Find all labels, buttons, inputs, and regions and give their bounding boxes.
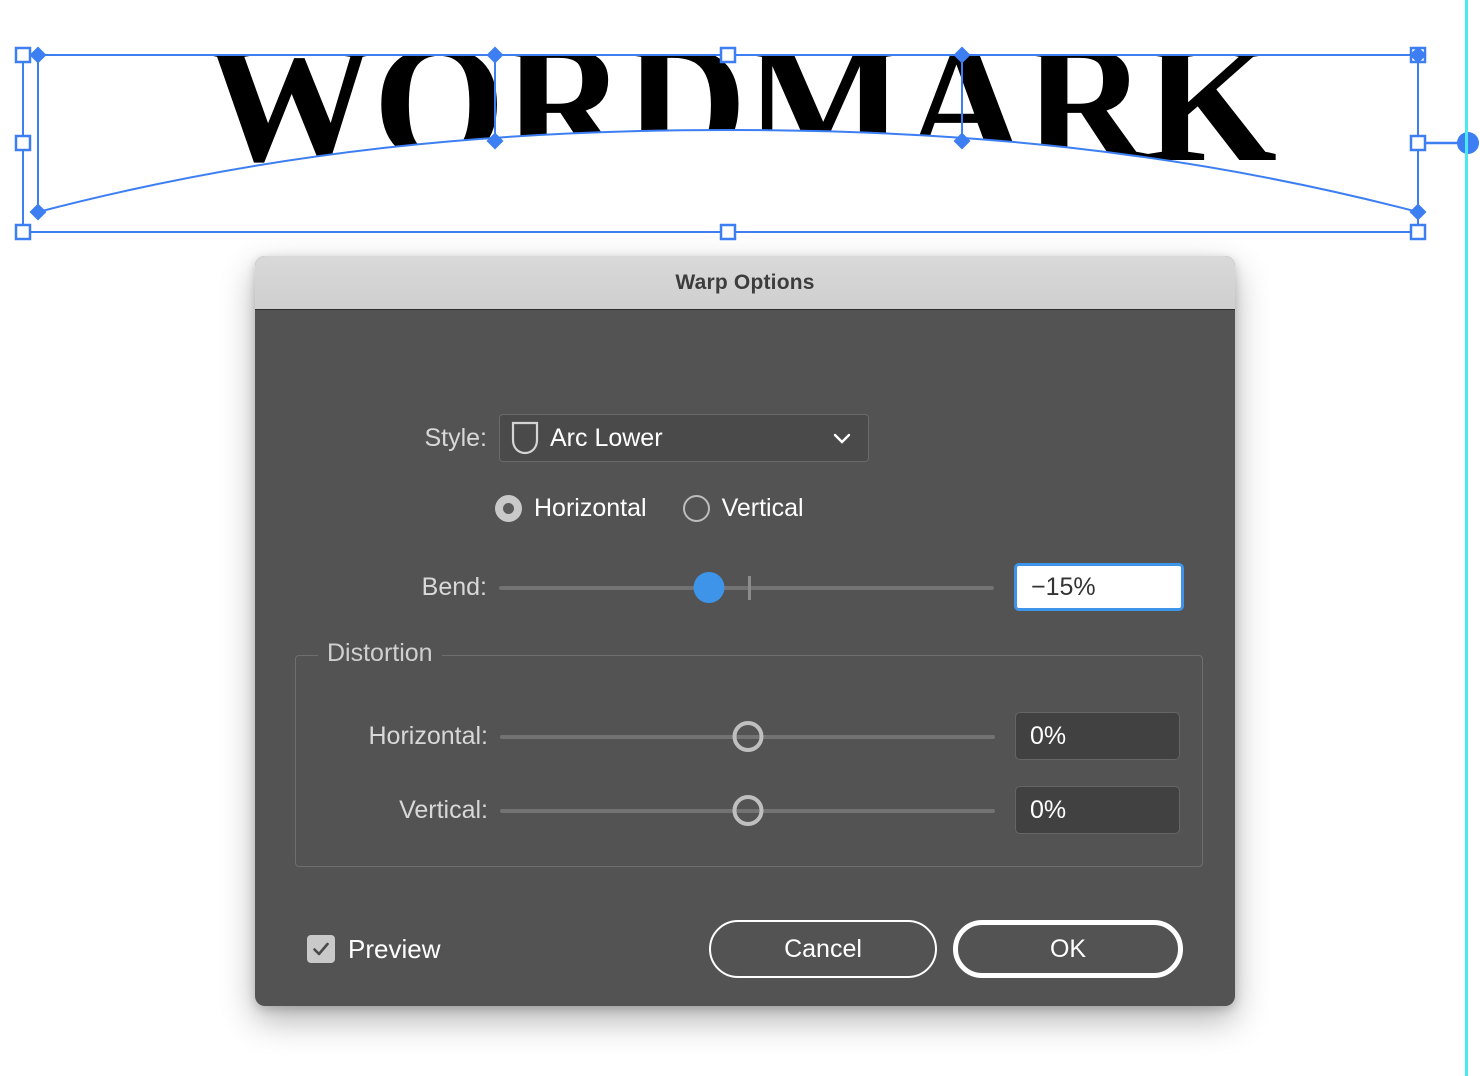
distortion-vertical-knob[interactable] (732, 795, 763, 826)
distortion-vertical-value-field[interactable]: 0% (1015, 786, 1180, 834)
bend-value-field[interactable]: −15% (1014, 563, 1184, 611)
wordmark-glyphs: WORDMARK (205, 9, 1276, 197)
bend-slider[interactable] (499, 567, 994, 607)
radio-horizontal-label: Horizontal (534, 494, 647, 522)
dialog-title: Warp Options (675, 270, 815, 294)
radio-vertical-label: Vertical (721, 494, 804, 522)
ok-button[interactable]: OK (953, 920, 1183, 978)
distortion-group: Distortion Horizontal: 0% Vertical: 0% (295, 639, 1203, 867)
distortion-horizontal-value-field[interactable]: 0% (1015, 712, 1180, 760)
bend-row: Bend: −15% (255, 563, 1235, 611)
arc-lower-shield-icon (511, 421, 539, 455)
distortion-vertical-label: Vertical: (399, 795, 488, 824)
orientation-row: Horizontal Vertical (255, 494, 1235, 523)
warped-wordmark-artwork[interactable]: WORDMARK (0, 0, 1480, 260)
distortion-horizontal-slider[interactable] (500, 716, 995, 756)
warp-options-dialog: Warp Options Style: Arc Lower Horizontal… (255, 256, 1235, 1006)
distortion-vertical-slider[interactable] (500, 790, 995, 830)
width-handle[interactable] (1425, 132, 1479, 154)
bend-slider-center-tick (748, 576, 751, 600)
dialog-titlebar[interactable]: Warp Options (255, 256, 1235, 310)
distortion-horizontal-row: Horizontal: 0% (256, 712, 1235, 760)
radio-horizontal-mark[interactable] (495, 495, 522, 522)
dialog-footer: Preview Cancel OK (255, 920, 1235, 978)
radio-horizontal[interactable]: Horizontal (495, 494, 647, 523)
radio-vertical-mark[interactable] (682, 495, 710, 522)
style-select[interactable]: Arc Lower (499, 414, 869, 462)
distortion-horizontal-label: Horizontal: (368, 721, 489, 750)
distortion-vertical-row: Vertical: 0% (256, 786, 1235, 834)
preview-checkbox[interactable] (307, 935, 335, 963)
radio-vertical[interactable]: Vertical (682, 494, 804, 523)
bend-slider-track[interactable] (499, 586, 994, 590)
style-row: Style: Arc Lower (255, 414, 1235, 462)
style-value: Arc Lower (550, 423, 663, 452)
illustrator-canvas-screen: WORDMARK Warp Options Style: Arc Lower H… (0, 0, 1480, 1076)
distortion-horizontal-knob[interactable] (732, 721, 763, 752)
artboard-edge-guide (1465, 0, 1468, 1076)
cancel-button[interactable]: Cancel (709, 920, 937, 978)
preview-label: Preview (348, 933, 441, 964)
dialog-body: Style: Arc Lower Horizontal Vertical Ben… (255, 310, 1235, 1006)
style-label: Style: (424, 423, 487, 452)
bend-slider-knob[interactable] (693, 572, 725, 603)
checkmark-icon (313, 942, 329, 956)
preview-toggle[interactable]: Preview (307, 934, 440, 965)
chevron-down-icon[interactable] (830, 426, 854, 450)
bend-label: Bend: (421, 572, 487, 601)
distortion-legend: Distortion (318, 639, 442, 668)
